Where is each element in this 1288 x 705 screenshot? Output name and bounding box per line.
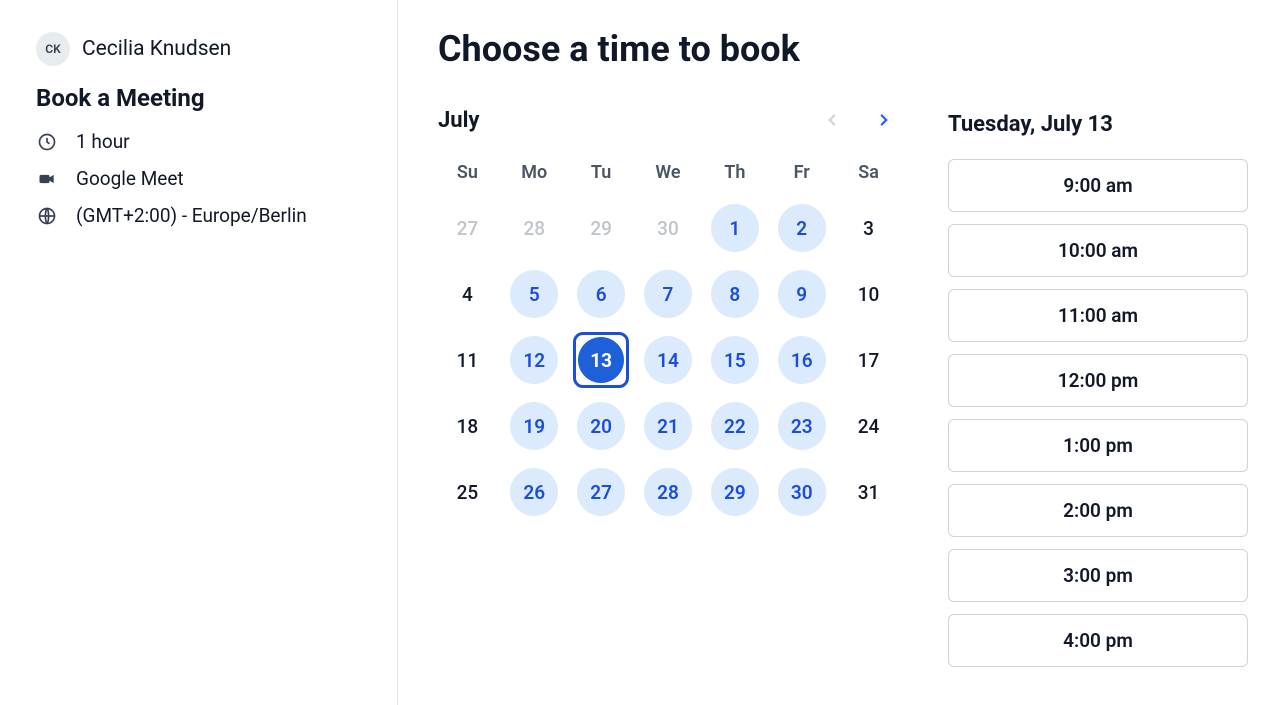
day-cell: 27 [438, 201, 497, 255]
slot-list: 9:00 am 10:00 am 11:00 am 12:00 pm 1:00 pm 2:… [948, 159, 1248, 667]
day-cell[interactable]: 20 [572, 399, 631, 453]
time-slot[interactable]: 10:00 am [948, 224, 1248, 277]
duration-label: 1 hour [76, 130, 130, 153]
time-slot[interactable]: 12:00 pm [948, 354, 1248, 407]
dow-header: Mo [505, 152, 564, 189]
day-cell[interactable]: 9 [772, 267, 831, 321]
video-icon [36, 168, 58, 190]
day-cell[interactable]: 1 [705, 201, 764, 255]
clock-icon [36, 131, 58, 153]
time-slots: Tuesday, July 13 9:00 am 10:00 am 11:00 am… [948, 106, 1248, 667]
avatar: CK [36, 32, 70, 66]
dow-header: We [639, 152, 698, 189]
day-cell: 25 [438, 465, 497, 519]
dow-header: Th [705, 152, 764, 189]
month-label: July [438, 108, 480, 133]
day-cell[interactable]: 28 [639, 465, 698, 519]
calendar-grid: SuMoTuWeThFrSa27282930123456789101112131… [438, 152, 898, 519]
day-cell[interactable]: 2 [772, 201, 831, 255]
day-cell[interactable]: 14 [639, 333, 698, 387]
day-cell[interactable]: 21 [639, 399, 698, 453]
day-cell: 31 [839, 465, 898, 519]
day-cell[interactable]: 19 [505, 399, 564, 453]
day-cell: 17 [839, 333, 898, 387]
host-row: CK Cecilia Knudsen [36, 32, 361, 66]
globe-icon [36, 205, 58, 227]
day-cell[interactable]: 15 [705, 333, 764, 387]
day-cell: 24 [839, 399, 898, 453]
day-cell: 10 [839, 267, 898, 321]
sidebar: CK Cecilia Knudsen Book a Meeting 1 hour… [0, 0, 398, 705]
prev-month-button [818, 106, 846, 134]
day-cell[interactable]: 23 [772, 399, 831, 453]
day-cell[interactable]: 5 [505, 267, 564, 321]
time-slot[interactable]: 11:00 am [948, 289, 1248, 342]
day-cell: 30 [639, 201, 698, 255]
calendar: July SuMoTuWeThFrSa272829301234567891011… [438, 106, 898, 667]
dow-header: Su [438, 152, 497, 189]
day-cell[interactable]: 27 [572, 465, 631, 519]
time-slot[interactable]: 2:00 pm [948, 484, 1248, 537]
day-cell[interactable]: 6 [572, 267, 631, 321]
selected-date-label: Tuesday, July 13 [948, 112, 1248, 137]
meta-timezone[interactable]: (GMT+2:00) - Europe/Berlin [36, 204, 361, 227]
day-cell: 18 [438, 399, 497, 453]
day-cell[interactable]: 7 [639, 267, 698, 321]
main: Choose a time to book July [398, 0, 1288, 705]
day-cell[interactable]: 26 [505, 465, 564, 519]
day-cell[interactable]: 16 [772, 333, 831, 387]
dow-header: Sa [839, 152, 898, 189]
page-title: Choose a time to book [438, 28, 1248, 70]
location-label: Google Meet [76, 167, 184, 190]
day-cell[interactable]: 30 [772, 465, 831, 519]
dow-header: Tu [572, 152, 631, 189]
day-cell: 28 [505, 201, 564, 255]
next-month-button[interactable] [870, 106, 898, 134]
dow-header: Fr [772, 152, 831, 189]
day-cell[interactable]: 8 [705, 267, 764, 321]
host-name: Cecilia Knudsen [82, 37, 231, 61]
time-slot[interactable]: 4:00 pm [948, 614, 1248, 667]
day-cell: 29 [572, 201, 631, 255]
time-slot[interactable]: 3:00 pm [948, 549, 1248, 602]
meta-duration: 1 hour [36, 130, 361, 153]
day-cell: 11 [438, 333, 497, 387]
timezone-label: (GMT+2:00) - Europe/Berlin [76, 204, 307, 227]
time-slot[interactable]: 1:00 pm [948, 419, 1248, 472]
day-cell[interactable]: 13 [572, 333, 631, 387]
day-cell: 3 [839, 201, 898, 255]
time-slot[interactable]: 9:00 am [948, 159, 1248, 212]
meta-location: Google Meet [36, 167, 361, 190]
day-cell[interactable]: 29 [705, 465, 764, 519]
day-cell[interactable]: 22 [705, 399, 764, 453]
day-cell: 4 [438, 267, 497, 321]
sidebar-title: Book a Meeting [36, 84, 361, 112]
day-cell[interactable]: 12 [505, 333, 564, 387]
